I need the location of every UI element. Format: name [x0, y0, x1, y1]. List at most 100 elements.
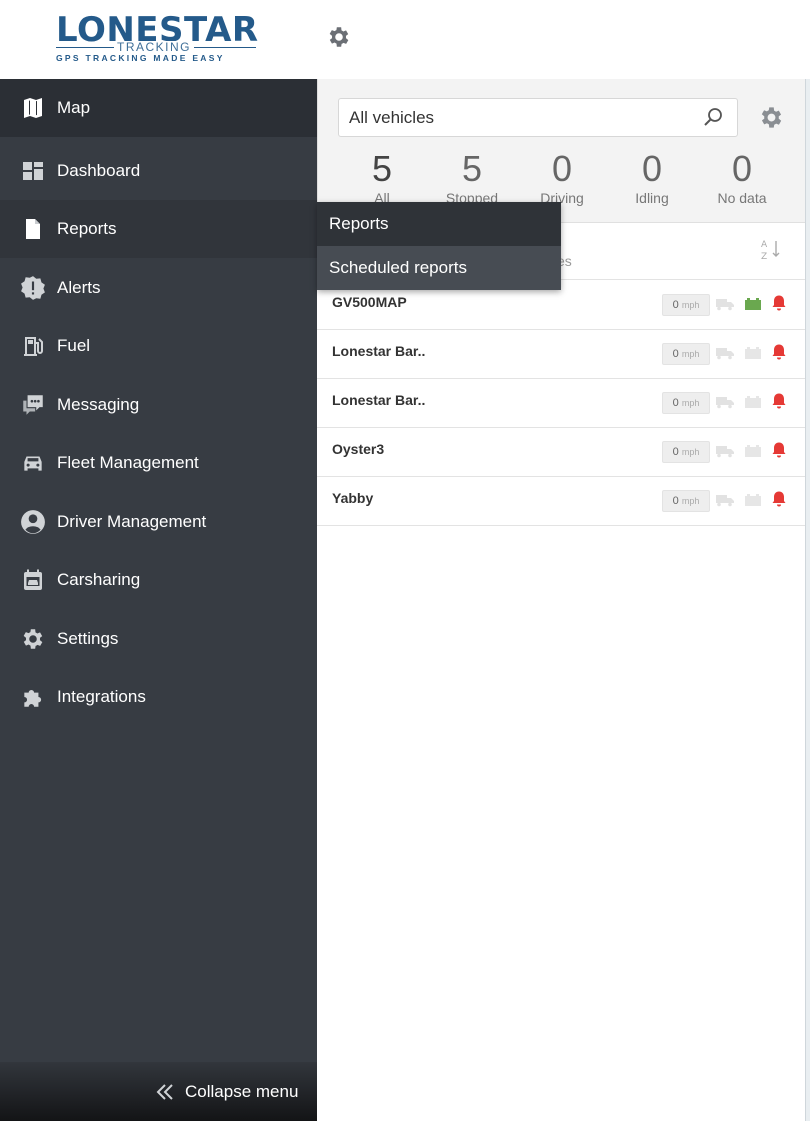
sidebar-item-label: Dashboard	[57, 161, 141, 180]
speed-value: 0	[672, 397, 679, 409]
sidebar-item-reports[interactable]: Reports	[0, 200, 317, 258]
sidebar-item-driver-management[interactable]: Driver Management	[0, 493, 317, 551]
battery-icon	[745, 396, 761, 408]
alert-bell-icon[interactable]	[770, 441, 788, 459]
sidebar-item-label: Fuel	[57, 336, 91, 355]
sidebar-item-messaging[interactable]: Messaging	[0, 376, 317, 434]
user-icon	[20, 509, 46, 535]
speed-unit: mph	[681, 447, 700, 457]
map-edge[interactable]	[805, 79, 810, 1121]
lonestar-logo[interactable]: LONESTAR TRACKING GPS TRACKING MADE EASY	[56, 12, 258, 64]
logo-tracking-text: TRACKING	[114, 41, 195, 53]
sidebar-item-label: Driver Management	[57, 512, 207, 531]
sidebar-item-label: Map	[57, 98, 91, 117]
alert-bell-icon[interactable]	[770, 294, 788, 312]
dashboard-icon	[20, 158, 46, 184]
sidebar-item-fuel[interactable]: Fuel	[0, 317, 317, 375]
truck-icon	[716, 397, 734, 409]
top-header: LONESTAR TRACKING GPS TRACKING MADE EASY	[0, 0, 810, 79]
calendar-car-icon	[20, 567, 46, 593]
sidebar-item-label: Carsharing	[57, 570, 141, 589]
car-icon	[20, 450, 46, 476]
stat-value: 0	[641, 148, 663, 189]
submenu-item-scheduled-reports[interactable]: Scheduled reports	[317, 246, 561, 290]
document-icon	[20, 216, 46, 242]
speed-badge: 0 mph	[662, 294, 710, 316]
sort-alpha-icon[interactable]: A Z	[760, 237, 782, 261]
reports-submenu: Reports Scheduled reports	[317, 202, 561, 290]
speed-badge: 0 mph	[662, 343, 710, 365]
sidebar-item-fleet-management[interactable]: Fleet Management	[0, 434, 317, 492]
vehicle-name: Yabby	[332, 490, 374, 506]
puzzle-icon	[20, 684, 46, 710]
stat-no-data[interactable]: 0 No data	[697, 149, 787, 207]
speed-value: 0	[672, 495, 679, 507]
truck-icon	[716, 348, 734, 360]
vehicle-name: Lonestar Bar..	[332, 343, 426, 359]
submenu-item-label: Scheduled reports	[329, 258, 467, 277]
stat-idling[interactable]: 0 Idling	[607, 149, 697, 207]
fuel-pump-icon	[20, 333, 46, 359]
stat-stopped[interactable]: 5 Stopped	[427, 149, 517, 207]
vehicle-row[interactable]: Lonestar Bar.. 0 mph	[317, 379, 805, 428]
logo-tagline: GPS TRACKING MADE EASY	[56, 53, 225, 63]
battery-icon	[745, 298, 761, 310]
vehicle-search[interactable]	[338, 98, 738, 137]
battery-icon	[745, 347, 761, 359]
vehicle-search-input[interactable]	[349, 107, 689, 129]
search-icon[interactable]	[701, 106, 725, 130]
stat-label: Idling	[635, 190, 669, 206]
vehicle-name: Oyster3	[332, 441, 385, 457]
alert-bell-icon[interactable]	[770, 392, 788, 410]
sidebar-item-integrations[interactable]: Integrations	[0, 668, 317, 726]
speed-badge: 0 mph	[662, 490, 710, 512]
stat-label: No data	[717, 190, 767, 206]
speed-value: 0	[672, 348, 679, 360]
alert-icon	[20, 275, 46, 301]
speed-badge: 0 mph	[662, 392, 710, 414]
speed-unit: mph	[681, 349, 700, 359]
speed-unit: mph	[681, 398, 700, 408]
speed-unit: mph	[681, 496, 700, 506]
sidebar-item-label: Reports	[57, 219, 117, 238]
sidebar-item-carsharing[interactable]: Carsharing	[0, 551, 317, 609]
alert-bell-icon[interactable]	[770, 490, 788, 508]
sidebar-item-label: Fleet Management	[57, 453, 199, 472]
truck-icon	[716, 446, 734, 458]
vehicle-name: GV500MAP	[332, 294, 407, 310]
svg-text:A: A	[761, 240, 768, 250]
chat-icon	[20, 392, 46, 418]
sidebar-item-map[interactable]: Map	[0, 79, 317, 137]
gear-icon	[20, 626, 46, 652]
double-chevron-left-icon	[156, 1084, 173, 1100]
vehicle-row[interactable]: Yabby 0 mph	[317, 477, 805, 526]
sidebar-item-dashboard[interactable]: Dashboard	[0, 142, 317, 200]
map-icon	[20, 95, 46, 121]
svg-text:Z: Z	[761, 252, 767, 261]
stat-driving[interactable]: 0 Driving	[517, 149, 607, 207]
submenu-item-reports[interactable]: Reports	[317, 202, 561, 246]
stat-all[interactable]: 5 All	[337, 149, 427, 207]
stat-value: 5	[371, 148, 393, 189]
stat-value: 0	[731, 148, 753, 189]
panel-settings-icon[interactable]	[758, 104, 785, 131]
sidebar-item-alerts[interactable]: Alerts	[0, 259, 317, 317]
vehicle-row[interactable]: Lonestar Bar.. 0 mph	[317, 330, 805, 379]
sidebar-item-settings[interactable]: Settings	[0, 610, 317, 668]
gear-icon[interactable]	[326, 24, 352, 50]
submenu-item-label: Reports	[329, 214, 389, 233]
speed-value: 0	[672, 299, 679, 311]
truck-icon	[716, 299, 734, 311]
vehicle-name: Lonestar Bar..	[332, 392, 426, 408]
battery-icon	[745, 445, 761, 457]
collapse-menu-button[interactable]: Collapse menu	[0, 1062, 317, 1121]
alert-bell-icon[interactable]	[770, 343, 788, 361]
speed-badge: 0 mph	[662, 441, 710, 463]
stat-value: 5	[461, 148, 483, 189]
vehicle-row[interactable]: Oyster3 0 mph	[317, 428, 805, 477]
sidebar-item-label: Settings	[57, 629, 119, 648]
stat-value: 0	[551, 148, 573, 189]
speed-unit: mph	[681, 300, 700, 310]
truck-icon	[716, 495, 734, 507]
sidebar-item-label: Integrations	[57, 687, 146, 706]
